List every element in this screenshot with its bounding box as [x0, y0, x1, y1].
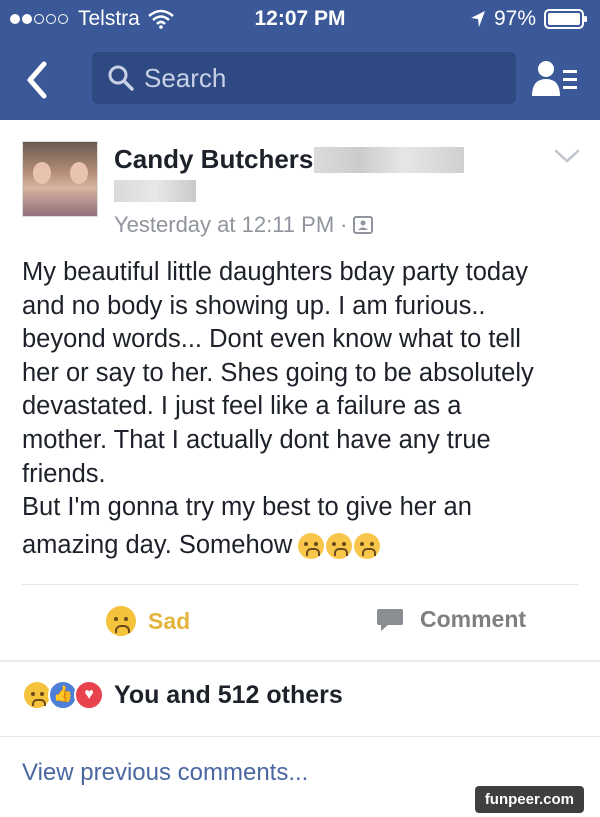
section-separator	[0, 660, 600, 662]
battery-percent: 97%	[493, 7, 536, 30]
post-author[interactable]: Candy Butchers	[114, 144, 313, 175]
post-body: My beautiful little daughters bday party…	[22, 256, 582, 562]
reactions-count-text: You and 512 others	[114, 680, 343, 709]
divider	[22, 584, 578, 585]
post-meta: Yesterday at 12:11 PM ·	[114, 212, 374, 238]
battery-icon	[544, 9, 587, 29]
post-timestamp[interactable]: Yesterday at 12:11 PM	[114, 212, 334, 238]
post-body-line: amazing day. Somehow	[22, 530, 293, 559]
crying-emoji-group	[298, 533, 382, 560]
avatar[interactable]	[22, 141, 98, 217]
post-body-line: friends.	[22, 459, 106, 488]
post-body-line: mother. That I actually dont have any tr…	[22, 425, 491, 454]
redacted-name-blur	[314, 147, 464, 173]
watermark: funpeer.com	[474, 786, 584, 813]
location-arrow-icon	[470, 11, 485, 27]
audience-icon	[353, 216, 374, 234]
friend-requests-icon[interactable]	[532, 60, 578, 98]
redacted-name-blur	[114, 180, 196, 202]
sad-tear-face-icon	[354, 533, 381, 560]
nav-row	[0, 46, 600, 112]
post-body-line: devastated. I just feel like a failure a…	[22, 392, 462, 421]
comment-bubble-icon	[377, 608, 403, 631]
divider	[0, 736, 600, 737]
post-body-line: and no body is showing up. I am furious.…	[22, 291, 486, 320]
reactions-summary[interactable]: 👍 ♥ You and 512 others	[22, 680, 343, 710]
post-body-line: beyond words... Dont even know what to t…	[22, 325, 521, 354]
sad-reaction-button[interactable]: Sad	[106, 606, 190, 636]
meta-separator: ·	[340, 212, 348, 237]
search-icon	[108, 65, 134, 91]
search-input[interactable]	[144, 62, 504, 94]
status-bar: Telstra 12:07 PM 97%	[0, 0, 600, 38]
view-previous-comments-link[interactable]: View previous comments...	[22, 759, 308, 787]
post-body-line: My beautiful little daughters bday party…	[22, 258, 529, 286]
love-reaction-icon: ♥	[74, 680, 104, 710]
post-body-line: But I'm gonna try my best to give her an	[22, 493, 472, 522]
back-arrow-icon[interactable]	[22, 60, 52, 100]
top-bar: Telstra 12:07 PM 97%	[0, 0, 600, 120]
sad-label: Sad	[148, 607, 191, 634]
post-actions: Sad Comment	[0, 590, 600, 658]
comment-button[interactable]: Comment	[376, 606, 526, 633]
crying-face-icon	[326, 533, 353, 560]
chevron-down-icon[interactable]	[554, 148, 580, 164]
crying-face-icon	[298, 533, 325, 560]
search-bar[interactable]	[92, 52, 516, 104]
sad-face-icon	[106, 606, 136, 636]
comment-label: Comment	[420, 606, 527, 632]
post-body-line: her or say to her. Shes going to be abso…	[22, 358, 534, 387]
